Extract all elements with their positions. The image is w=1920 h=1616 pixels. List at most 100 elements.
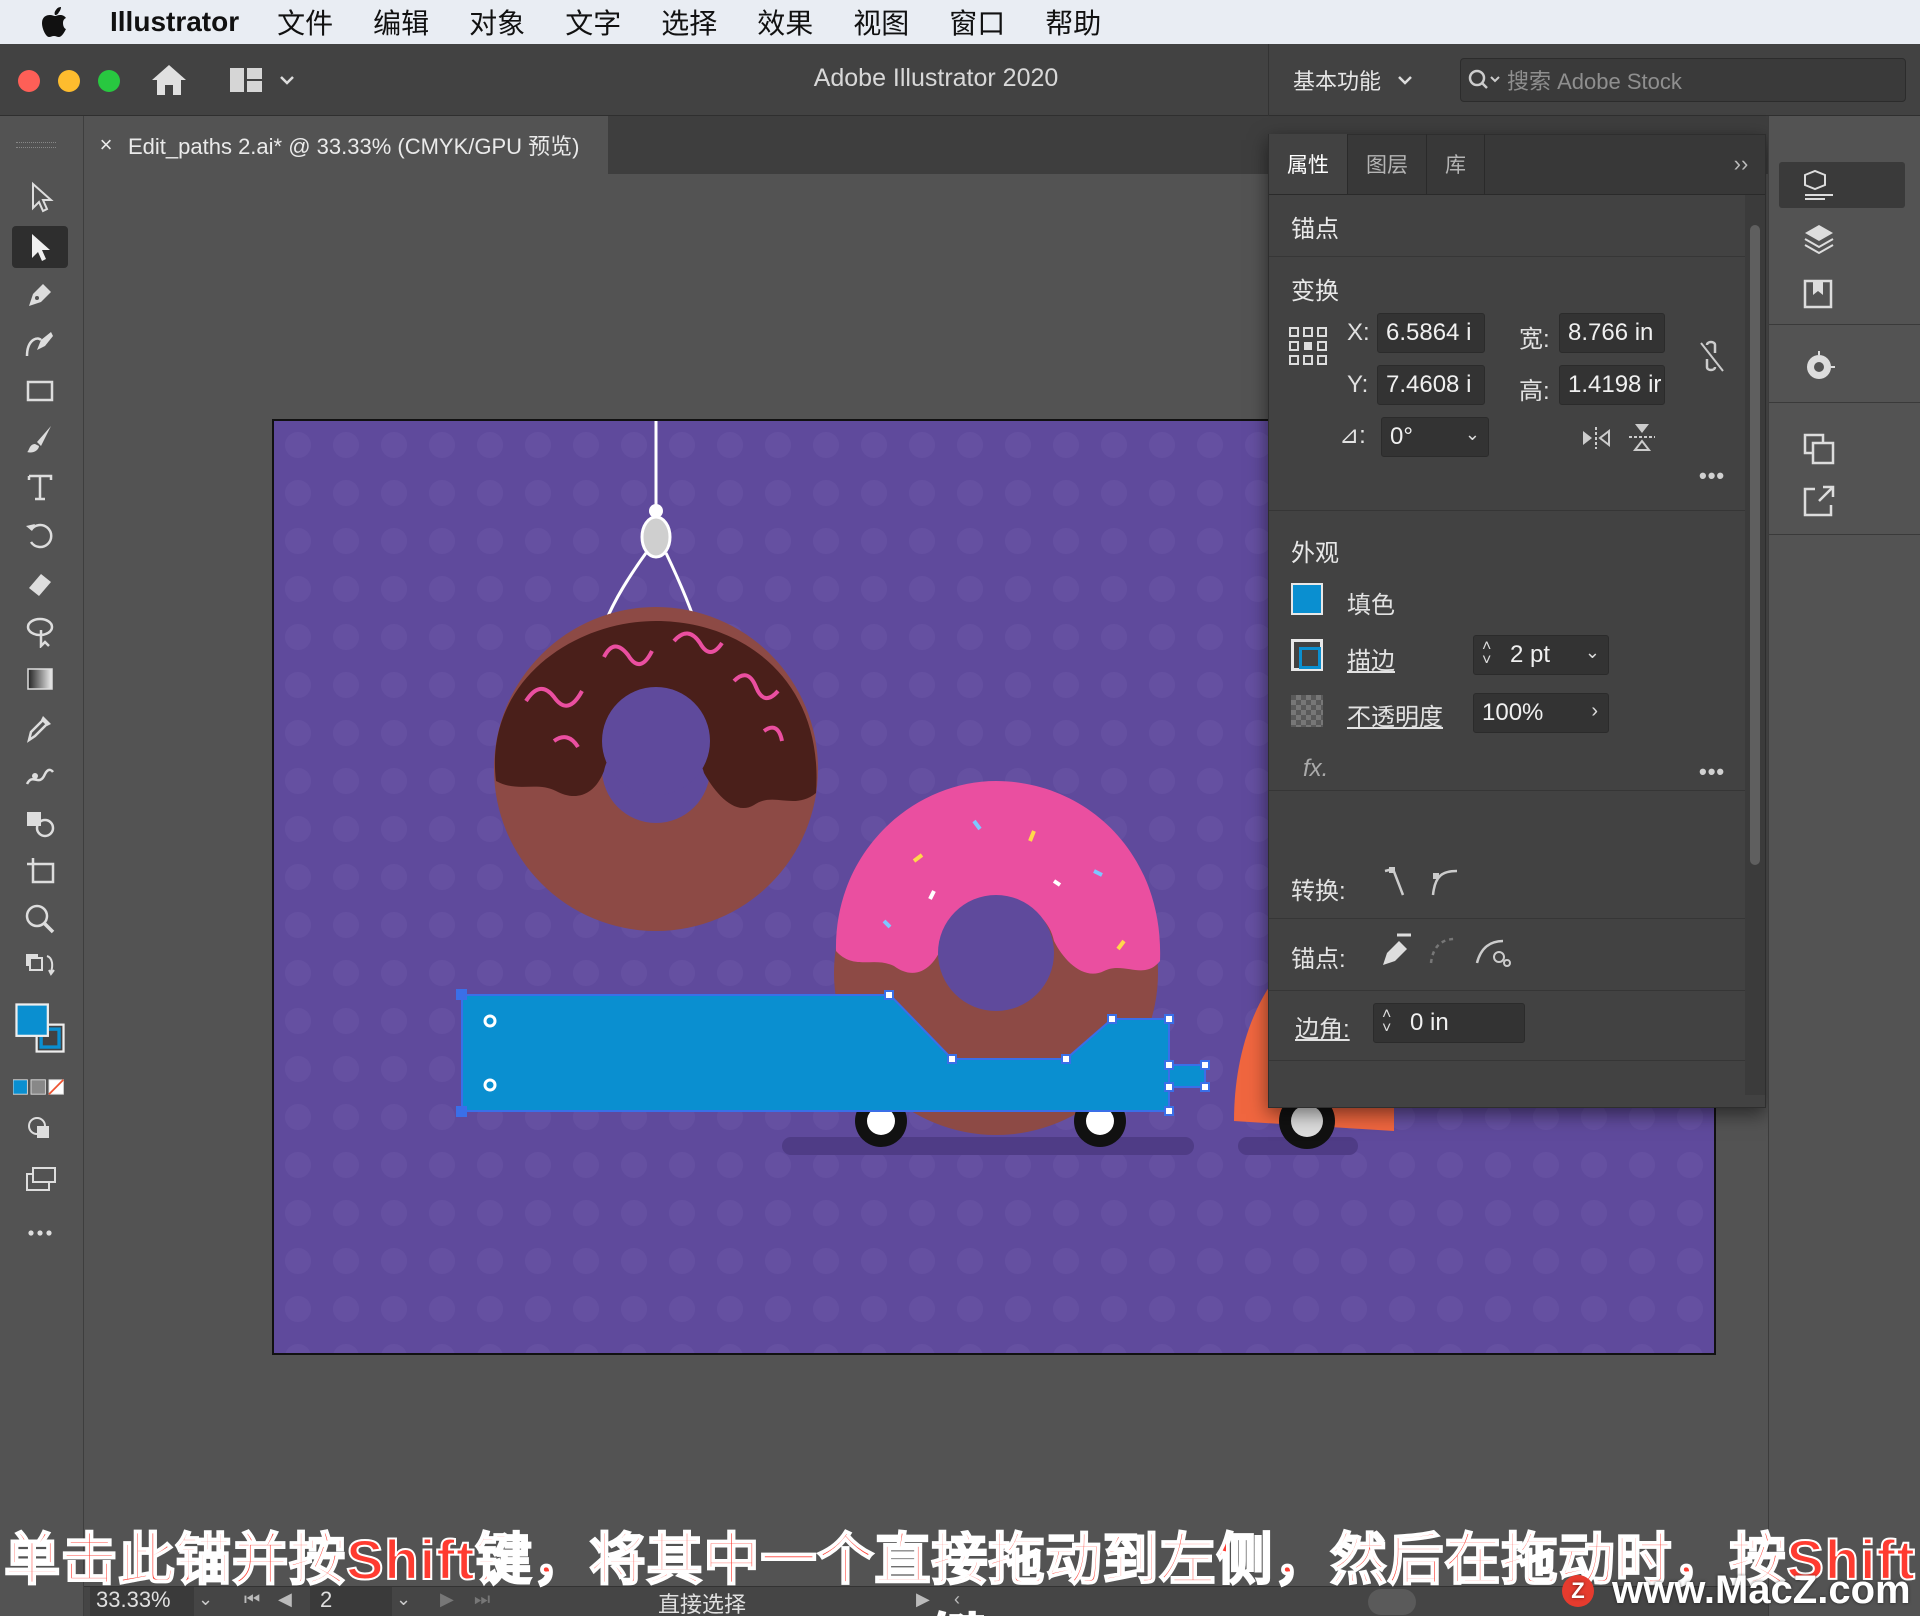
- illustrator-window: { "menubar": { "app_name": "Illustrator"…: [0, 0, 1920, 1616]
- rotate-tool-icon[interactable]: [12, 514, 68, 556]
- properties-panel-icon[interactable]: [1779, 162, 1905, 208]
- convert-section: 转换:: [1269, 849, 1745, 919]
- chevron-down-icon[interactable]: ⌄: [1585, 642, 1600, 663]
- color-guide-icon[interactable]: [1779, 344, 1905, 390]
- apple-icon[interactable]: [0, 0, 110, 44]
- corners-section: 边角: 0 in ˄ ˅: [1269, 991, 1745, 1061]
- curvature-tool-icon[interactable]: [12, 322, 68, 364]
- menu-file[interactable]: 文件: [277, 2, 333, 42]
- corners-label[interactable]: 边角:: [1295, 1009, 1350, 1044]
- flip-vertical-icon[interactable]: [1627, 421, 1657, 453]
- corner-radius-field[interactable]: 0 in ˄ ˅: [1373, 1003, 1525, 1043]
- remove-anchor-icon[interactable]: [1377, 933, 1413, 969]
- chocolate-donut[interactable]: [494, 607, 818, 931]
- menu-object[interactable]: 对象: [469, 2, 525, 42]
- cut-path-icon[interactable]: [1473, 933, 1511, 969]
- height-field[interactable]: 1.4198 ir: [1559, 365, 1665, 405]
- export-panel-icon[interactable]: [1779, 478, 1905, 524]
- stepper-icon[interactable]: ˄ ˅: [1382, 1007, 1391, 1037]
- search-icon: [1461, 58, 1507, 102]
- lasso-tool-icon[interactable]: [12, 610, 68, 652]
- app-name-menu[interactable]: Illustrator: [110, 6, 239, 38]
- arrange-panel-icon[interactable]: [1779, 426, 1905, 472]
- menu-view[interactable]: 视图: [853, 2, 909, 42]
- stroke-weight-field[interactable]: 2 pt ˄ ˅ ⌄: [1473, 635, 1609, 675]
- rectangle-tool-icon[interactable]: [12, 370, 68, 412]
- convert-label: 转换:: [1291, 878, 1346, 905]
- layers-panel-icon[interactable]: [1779, 216, 1905, 262]
- truck-shadow: [782, 1137, 1194, 1155]
- eyedropper-tool-icon[interactable]: [12, 706, 68, 748]
- paintbrush-tool-icon[interactable]: [12, 418, 68, 460]
- opacity-field[interactable]: 100% ›: [1473, 693, 1609, 733]
- width-field[interactable]: 8.766 in: [1559, 313, 1665, 353]
- color-mode-icons[interactable]: [12, 1066, 68, 1108]
- fill-swatch[interactable]: [1291, 583, 1323, 615]
- tab-layers[interactable]: 图层: [1348, 134, 1427, 194]
- opacity-value: 100%: [1482, 699, 1544, 726]
- opacity-icon: [1291, 695, 1323, 727]
- toolbar-grip[interactable]: [16, 142, 56, 148]
- chevron-down-icon: [1398, 76, 1412, 85]
- document-tab[interactable]: × Edit_paths 2.ai* @ 33.33% (CMYK/GPU 预览…: [84, 116, 608, 174]
- menu-effect[interactable]: 效果: [757, 2, 813, 42]
- fill-label: 填色: [1347, 592, 1395, 619]
- constrain-proportions-icon[interactable]: [1695, 339, 1729, 375]
- puppet-warp-tool-icon[interactable]: [12, 754, 68, 796]
- artboard-tool-icon[interactable]: [12, 850, 68, 892]
- menu-type[interactable]: 文字: [565, 2, 621, 42]
- watermark-text: www.MacZ.com: [1612, 1568, 1911, 1612]
- stock-search-field[interactable]: 搜索 Adobe Stock: [1460, 58, 1906, 102]
- more-transform-options-icon[interactable]: •••: [1699, 463, 1725, 489]
- direct-selection-tool-icon[interactable]: [12, 226, 68, 268]
- transform-heading: 变换: [1291, 278, 1339, 305]
- gradient-tool-icon[interactable]: [12, 658, 68, 700]
- rotation-field[interactable]: 0° ⌄: [1381, 417, 1489, 457]
- close-tab-icon[interactable]: ×: [84, 132, 128, 158]
- fill-stroke-swatch[interactable]: [12, 996, 68, 1060]
- corner-radius-value: 0 in: [1410, 1009, 1449, 1036]
- scrollbar-thumb[interactable]: [1750, 225, 1760, 865]
- pen-tool-icon[interactable]: [12, 274, 68, 316]
- stepper-icon[interactable]: ˄ ˅: [1482, 639, 1491, 669]
- chevron-down-icon[interactable]: ⌄: [1465, 424, 1480, 445]
- screen-mode-icon[interactable]: [12, 1158, 68, 1200]
- effects-icon[interactable]: fx.: [1303, 755, 1328, 783]
- y-field[interactable]: 7.4608 i: [1377, 365, 1485, 405]
- chevron-right-icon[interactable]: ›: [1591, 700, 1598, 723]
- menu-select[interactable]: 选择: [661, 2, 717, 42]
- x-field[interactable]: 6.5864 i: [1377, 313, 1485, 353]
- libraries-panel-icon[interactable]: [1779, 270, 1905, 316]
- type-tool-icon[interactable]: [12, 466, 68, 508]
- tab-libraries[interactable]: 库: [1427, 134, 1485, 194]
- edit-toolbar-icon[interactable]: [12, 1212, 68, 1254]
- convert-to-corner-icon[interactable]: [1381, 865, 1411, 899]
- panel-menu-icon[interactable]: ››: [1717, 134, 1765, 194]
- stroke-weight-value: 2 pt: [1510, 641, 1551, 668]
- height-label: 高:: [1519, 378, 1550, 405]
- draw-mode-icon[interactable]: [12, 1108, 68, 1150]
- tab-properties[interactable]: 属性: [1269, 134, 1348, 194]
- panel-scrollbar[interactable]: [1745, 195, 1765, 1095]
- eraser-tool-icon[interactable]: [12, 562, 68, 604]
- macz-logo: Z: [1562, 1574, 1594, 1607]
- reference-point-icon[interactable]: [1289, 327, 1327, 365]
- shape-builder-tool-icon[interactable]: [12, 802, 68, 844]
- selection-tool-icon[interactable]: [12, 176, 68, 218]
- flip-horizontal-icon[interactable]: [1579, 425, 1613, 451]
- stroke-label[interactable]: 描边: [1347, 641, 1395, 676]
- menu-edit[interactable]: 编辑: [373, 2, 429, 42]
- convert-to-smooth-icon[interactable]: [1429, 865, 1459, 899]
- zoom-tool-icon[interactable]: [12, 898, 68, 940]
- menu-window[interactable]: 窗口: [949, 2, 1005, 42]
- workspace-label: 基本功能: [1293, 69, 1382, 94]
- opacity-label[interactable]: 不透明度: [1347, 697, 1443, 732]
- dock-separator: [1769, 324, 1920, 325]
- menu-help[interactable]: 帮助: [1045, 2, 1101, 42]
- stroke-swatch[interactable]: [1291, 639, 1323, 671]
- workspace-switcher[interactable]: 基本功能: [1268, 44, 1440, 116]
- swap-fill-stroke-icon[interactable]: [12, 946, 68, 988]
- search-placeholder: 搜索 Adobe Stock: [1507, 69, 1682, 94]
- y-label: Y:: [1347, 371, 1369, 398]
- more-appearance-options-icon[interactable]: •••: [1699, 759, 1725, 785]
